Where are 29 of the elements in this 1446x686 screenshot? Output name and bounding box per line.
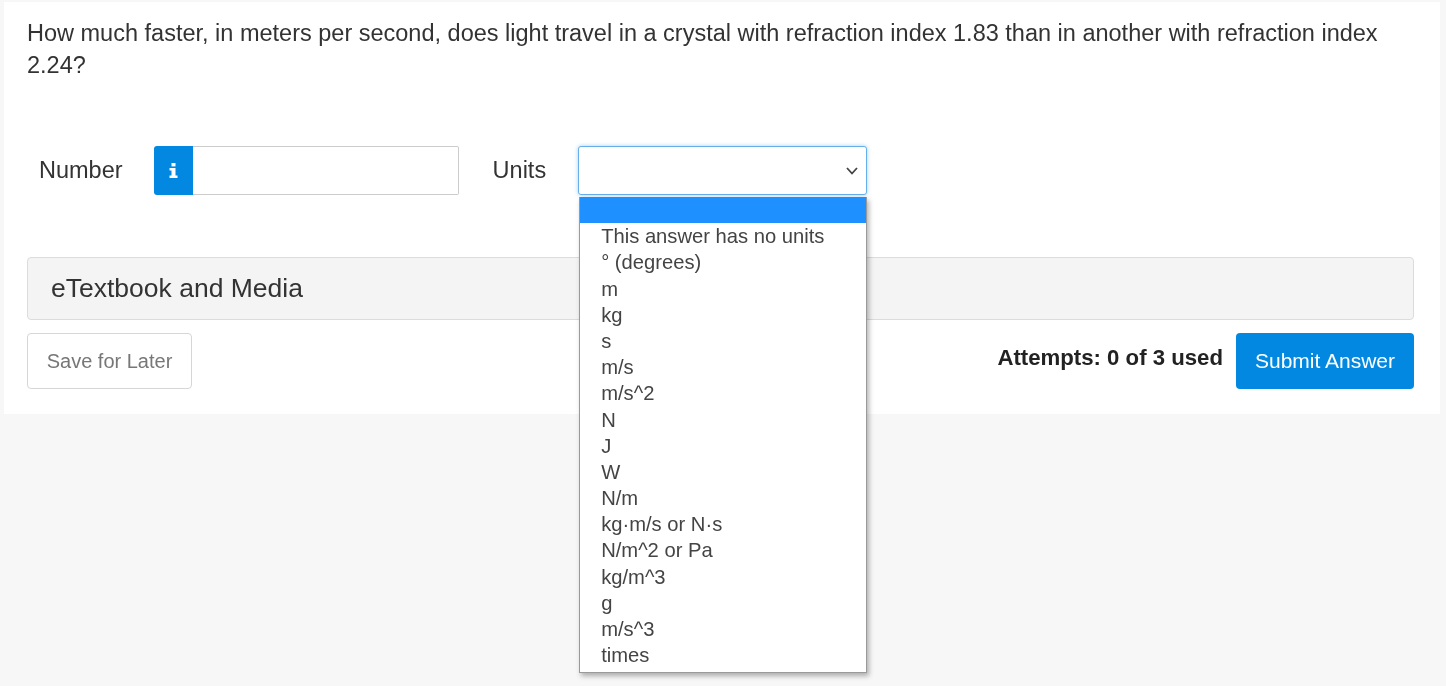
info-button[interactable] [153,146,193,195]
info-icon [168,163,178,178]
dropdown-option[interactable]: m/s^3 [580,616,867,643]
number-input[interactable] [192,146,459,195]
dropdown-option[interactable]: kg/m^3 [580,563,867,590]
dropdown-option[interactable]: g [580,589,867,616]
dropdown-option[interactable]: N/m^2 or Pa [580,537,867,564]
attempts-text: Attempts: 0 of 3 used [997,345,1223,371]
dropdown-option[interactable]: N [580,406,867,433]
number-label: Number [39,157,123,184]
dropdown-option[interactable]: s [580,327,867,355]
dropdown-option[interactable] [580,197,867,224]
dropdown-option[interactable]: This answer has no units [580,223,867,250]
dropdown-option[interactable]: kg·m/s or N·s [580,511,867,538]
question-text: How much faster, in meters per second, does light travel in a crystal with refraction index 1.83 than in another with refraction index 2.24? [27,19,1379,80]
units-label: Units [492,157,547,184]
dropdown-option[interactable]: J [580,432,867,459]
save-button[interactable]: Save for Later [27,333,192,389]
dropdown-option[interactable]: times [580,642,867,669]
submit-button[interactable]: Submit Answer [1236,333,1414,389]
dropdown-option[interactable]: kg [580,301,867,328]
dropdown-option[interactable]: N/m [580,485,867,512]
units-select[interactable] [578,146,868,195]
dropdown-option[interactable]: W [580,458,867,486]
chevron-down-icon [846,166,859,175]
dropdown-option[interactable]: m/s [580,354,867,381]
dropdown-option[interactable]: m [580,275,867,302]
dropdown-option[interactable]: ° (degrees) [580,249,867,276]
dropdown-option[interactable]: m/s^2 [580,380,867,407]
